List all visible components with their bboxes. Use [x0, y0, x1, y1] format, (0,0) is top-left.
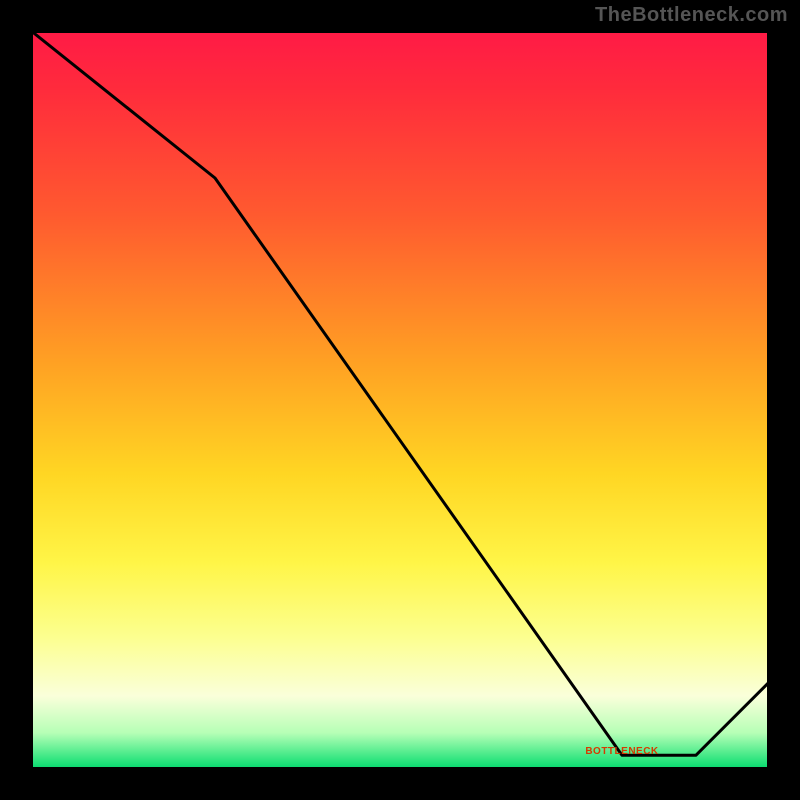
chart-container: TheBottleneck.com BOTTLENECK — [0, 0, 800, 800]
bottleneck-annotation: BOTTLENECK — [585, 746, 658, 757]
plot-gradient-background — [30, 30, 770, 770]
watermark-text: TheBottleneck.com — [595, 4, 788, 27]
